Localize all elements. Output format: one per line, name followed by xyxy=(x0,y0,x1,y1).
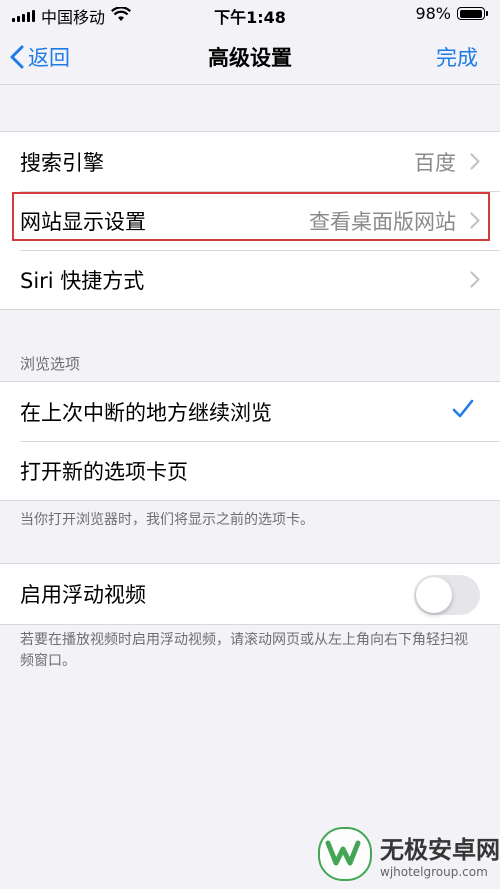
row-label: Siri 快捷方式 xyxy=(20,268,145,293)
chevron-right-icon xyxy=(470,153,480,170)
done-button[interactable]: 完成 xyxy=(436,42,478,72)
chevron-right-icon xyxy=(470,271,480,288)
watermark-url: wjhotelgroup.com xyxy=(380,864,488,879)
floating-video-footer: 若要在播放视频时启用浮动视频，请滚动网页或从左上角向右下角轻扫视频窗口。 xyxy=(20,632,468,669)
open-new-tab-page-row[interactable]: 打开新的选项卡页 xyxy=(0,441,500,500)
resume-browsing-row[interactable]: 在上次中断的地方继续浏览 xyxy=(0,382,500,441)
row-value: 百度 xyxy=(414,150,456,175)
battery-icon xyxy=(457,7,485,20)
battery-area: 98% xyxy=(415,4,488,23)
battery-percent: 98% xyxy=(415,4,451,23)
browse-options-header: 浏览选项 xyxy=(20,355,81,373)
siri-shortcuts-row[interactable]: Siri 快捷方式 xyxy=(0,250,500,309)
watermark-brand: 无极安卓网 xyxy=(380,835,500,864)
settings-group-main: 搜索引擎 百度 网站显示设置 查看桌面版网站 Siri 快捷方式 xyxy=(0,131,500,310)
row-label: 启用浮动视频 xyxy=(20,583,146,607)
checkmark-icon xyxy=(452,399,474,418)
website-display-settings-row[interactable]: 网站显示设置 查看桌面版网站 xyxy=(0,191,500,250)
browse-options-footer: 当你打开浏览器时，我们将显示之前的选项卡。 xyxy=(20,512,314,528)
row-value: 查看桌面版网站 xyxy=(309,209,456,234)
floating-video-toggle[interactable] xyxy=(414,575,480,615)
navigation-bar: 返回 高级设置 完成 xyxy=(0,28,500,85)
status-bar: 中国移动 下午1:48 98% xyxy=(0,0,500,28)
chevron-right-icon xyxy=(470,212,480,229)
toggle-knob xyxy=(416,577,452,613)
watermark-logo-icon xyxy=(318,827,372,881)
floating-video-row: 启用浮动视频 xyxy=(0,564,500,624)
search-engine-row[interactable]: 搜索引擎 百度 xyxy=(0,132,500,191)
settings-group-browse: 在上次中断的地方继续浏览 打开新的选项卡页 xyxy=(0,381,500,501)
watermark: 无极安卓网 wjhotelgroup.com xyxy=(318,827,500,881)
row-label: 网站显示设置 xyxy=(20,209,146,234)
row-label: 在上次中断的地方继续浏览 xyxy=(20,400,272,425)
settings-group-floating-video: 启用浮动视频 xyxy=(0,563,500,625)
row-label: 搜索引擎 xyxy=(20,150,104,175)
row-label: 打开新的选项卡页 xyxy=(20,459,188,484)
page-title: 高级设置 xyxy=(208,46,292,70)
